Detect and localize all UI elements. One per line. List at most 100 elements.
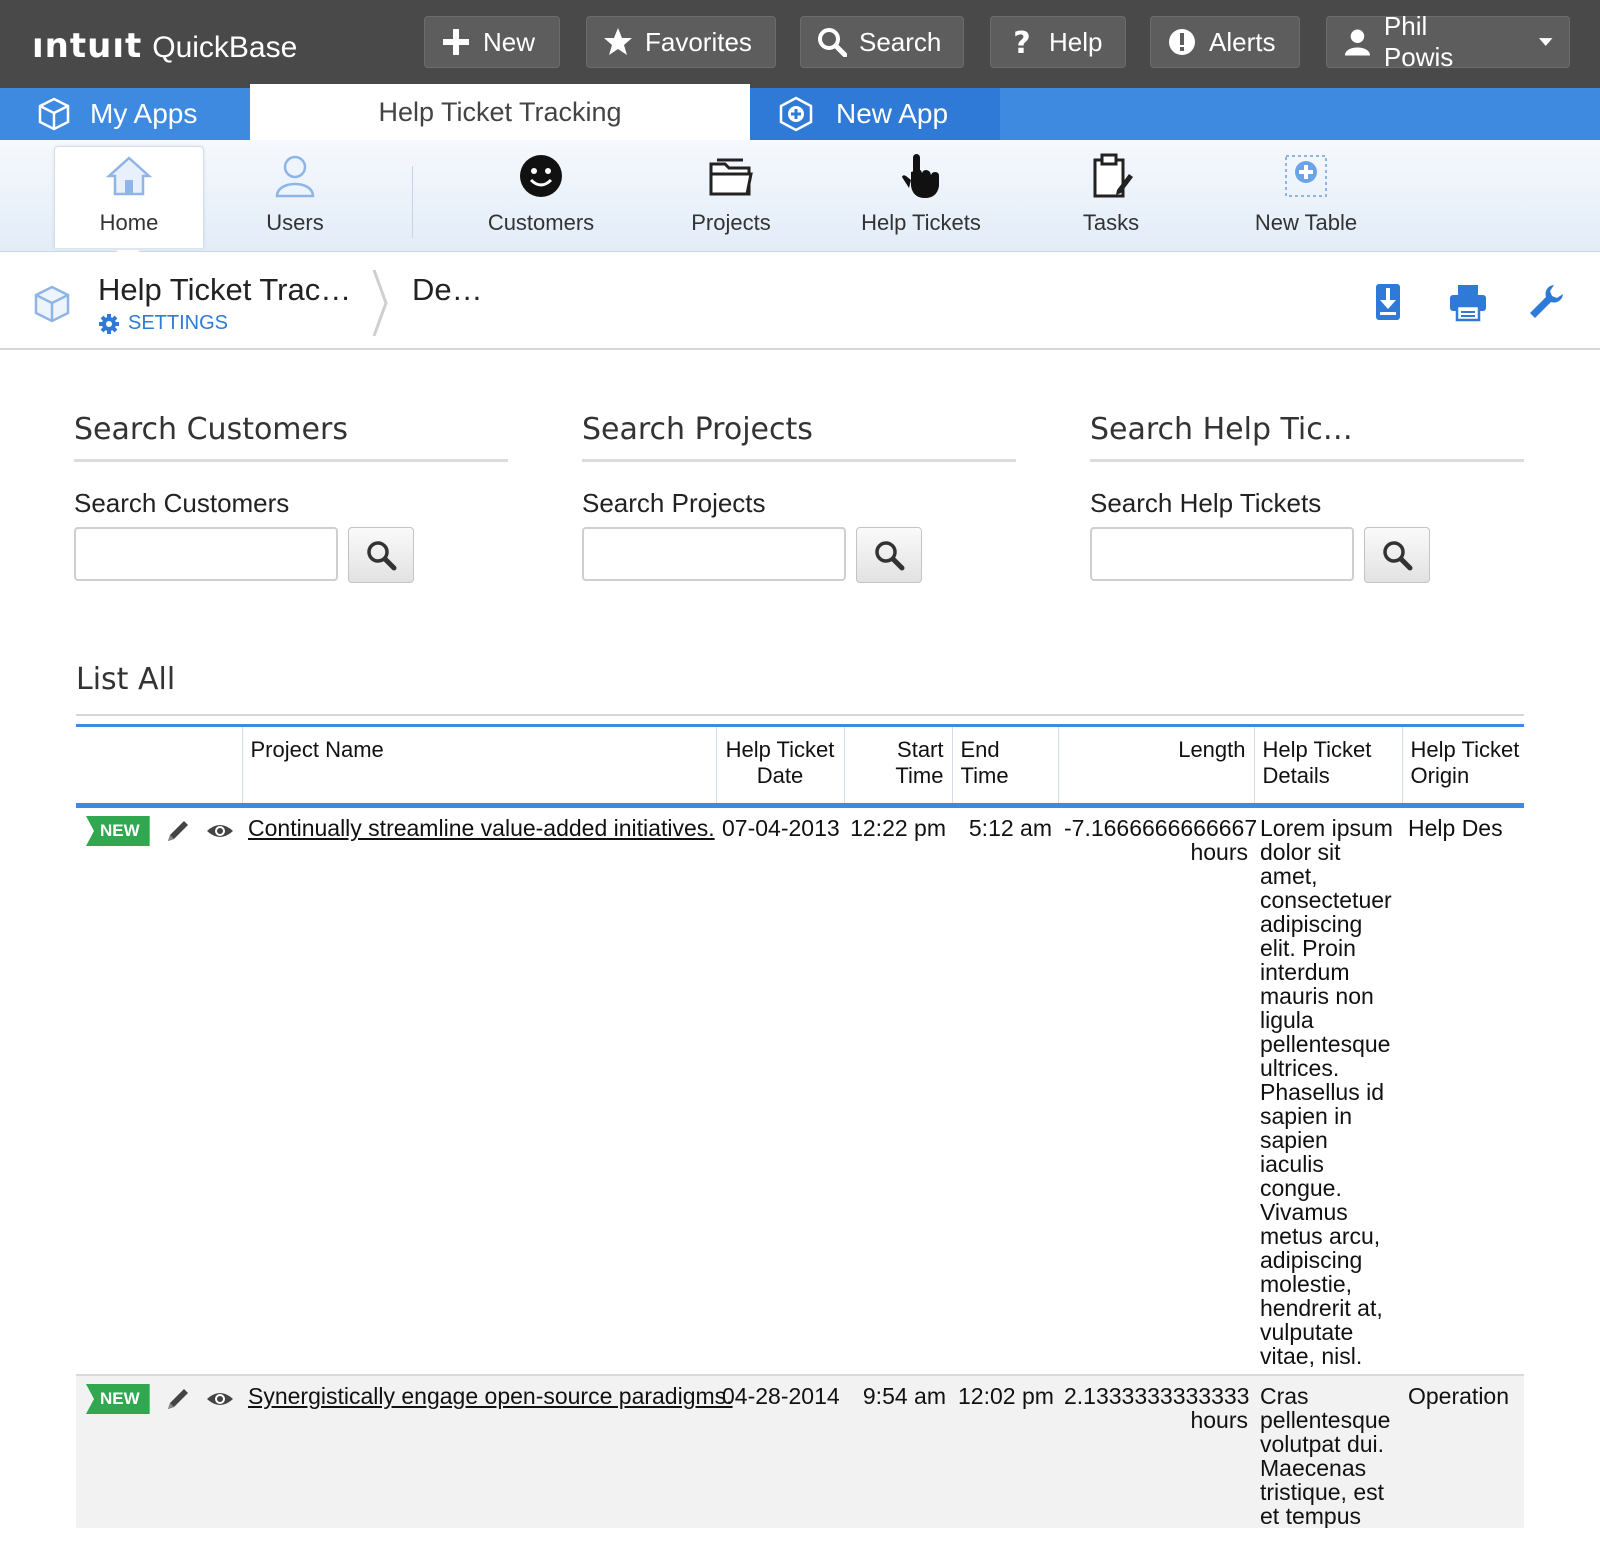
end-time-cell: 5:12 am (968, 815, 1052, 841)
column-header-ticket-details[interactable]: Help Ticket Details (1254, 724, 1403, 808)
ticket-origin-cell: Help Des (1408, 815, 1503, 841)
new-app-label: New App (836, 98, 949, 129)
page-header: Help Ticket Trac… SETTINGS De… (0, 254, 1600, 350)
pencil-icon[interactable] (164, 1385, 192, 1413)
new-badge[interactable]: NEW (86, 1384, 150, 1414)
search-icon (818, 28, 847, 57)
search-customers-section: Search Customers Search Customers (74, 412, 508, 583)
clipboard-icon (1093, 153, 1133, 198)
new-label: New (483, 26, 536, 57)
ticket-date-cell: 07-04-2013 (722, 815, 840, 841)
search-projects-section: Search Projects Search Projects (582, 412, 1016, 583)
star-icon (604, 28, 632, 55)
eye-icon[interactable] (206, 1385, 234, 1413)
magnifier-icon (875, 541, 905, 571)
pencil-icon[interactable] (164, 817, 192, 845)
new-button[interactable]: New (424, 16, 560, 68)
plus-icon (443, 29, 469, 55)
nav-new-table[interactable]: New Table (1226, 146, 1386, 248)
nav-separator (412, 166, 413, 238)
page-title[interactable]: Help Ticket Trac… (98, 272, 351, 308)
search-projects-label: Search Projects (582, 488, 766, 518)
search-help-tickets-button[interactable] (1364, 527, 1430, 583)
home-icon (105, 156, 153, 196)
report-table-wrapper: Project Name Help Ticket Date Start Time… (76, 724, 1524, 1528)
nav-help-tickets-label: Help Tickets (861, 210, 981, 235)
column-header-start-time[interactable]: Start Time (844, 724, 953, 808)
column-header-ticket-origin[interactable]: Help Ticket Origin (1402, 724, 1524, 808)
nav-tasks-label: Tasks (1082, 210, 1140, 235)
column-header-end-time[interactable]: End Time (952, 724, 1059, 808)
nav-users-label: Users (266, 210, 324, 235)
favorites-label: Favorites (645, 26, 752, 57)
magnifier-icon (367, 541, 397, 571)
app-tabs-bar: My Apps Help Ticket Tracking New App (0, 84, 1600, 140)
column-header-actions (76, 724, 243, 808)
nav-home-label: Home (99, 210, 159, 235)
folder-icon (709, 158, 753, 196)
column-header-length[interactable]: Length (1058, 724, 1255, 808)
nav-customers-label: Customers (487, 210, 595, 235)
table-row: NEW Synergistically engage open-source p… (76, 1374, 1524, 1528)
ticket-origin-cell: Operation (1402, 1374, 1524, 1528)
search-customers-button[interactable] (348, 527, 414, 583)
add-app-icon (779, 96, 813, 132)
ticket-details-cell: Lorem ipsum dolor sit amet, consectetuer… (1260, 815, 1393, 1369)
breadcrumb-separator (372, 270, 388, 336)
download-icon[interactable] (1368, 282, 1408, 322)
column-header-ticket-date[interactable]: Help Ticket Date (716, 724, 845, 808)
tab-new-app[interactable]: New App (750, 88, 1000, 140)
nav-users[interactable]: Users (220, 146, 370, 248)
app-cube-icon (34, 285, 70, 323)
nav-home[interactable]: Home (54, 146, 204, 248)
alerts-label: Alerts (1209, 26, 1276, 57)
table-nav: Home Users Customers Projects Help Ticke… (0, 140, 1600, 252)
nav-tasks[interactable]: Tasks (1036, 146, 1186, 248)
nav-projects-label: Projects (691, 210, 771, 235)
table-header-row: Project Name Help Ticket Date Start Time… (76, 724, 1524, 808)
my-apps-label: My Apps (90, 98, 198, 129)
tab-help-ticket-tracking[interactable]: Help Ticket Tracking (250, 84, 750, 140)
project-link[interactable]: Continually streamline value-added initi… (248, 815, 715, 841)
search-projects-button[interactable] (856, 527, 922, 583)
search-button[interactable]: Search (800, 16, 964, 68)
breadcrumb-dashboard[interactable]: De… (412, 272, 483, 308)
nav-projects[interactable]: Projects (656, 146, 806, 248)
new-badge[interactable]: NEW (86, 816, 150, 846)
search-customers-input[interactable] (74, 527, 338, 581)
eye-icon[interactable] (206, 817, 234, 845)
settings-label: SETTINGS (128, 312, 229, 334)
search-help-tickets-section: Search Help Tic… Search Help Tickets (1090, 412, 1524, 583)
quickbase-logo[interactable]: ıntuıt QuickBase (32, 26, 297, 66)
project-link[interactable]: Synergistically engage open-source parad… (248, 1383, 733, 1409)
magnifier-icon (1383, 541, 1413, 571)
nav-customers[interactable]: Customers (466, 146, 616, 248)
favorites-button[interactable]: Favorites (586, 16, 776, 68)
settings-link[interactable]: SETTINGS (98, 312, 228, 335)
search-help-tickets-label: Search Help Tickets (1090, 488, 1322, 518)
user-icon (1344, 29, 1370, 56)
project-name-cell: Continually streamline value-added initi… (242, 806, 716, 1376)
logo-product: QuickBase (152, 31, 298, 64)
nav-help-tickets[interactable]: Help Tickets (846, 146, 996, 248)
search-projects-input[interactable] (582, 527, 846, 581)
column-header-project-name[interactable]: Project Name (242, 724, 717, 808)
length-cell: -7.1666666666667 hours (1058, 806, 1258, 1376)
search-help-tickets-input[interactable] (1090, 527, 1354, 581)
help-button[interactable]: ? Help (990, 16, 1126, 68)
row-actions: NEW (76, 806, 242, 1376)
gear-icon (99, 313, 119, 334)
length-value: -7.1666666666667 (1064, 815, 1258, 841)
tab-my-apps[interactable]: My Apps (0, 88, 248, 140)
ticket-date-cell: 04-28-2014 (716, 1374, 844, 1528)
logo-brand: ıntuıt (32, 26, 143, 66)
user-menu-button[interactable]: Phil Powis (1326, 11, 1570, 72)
print-icon[interactable] (1448, 282, 1488, 322)
end-time-cell: 12:02 pm (952, 1374, 1058, 1528)
report-title: List All (76, 662, 176, 697)
start-time-cell: 9:54 am (844, 1374, 952, 1528)
alerts-button[interactable]: Alerts (1150, 16, 1300, 68)
cube-icon (38, 97, 70, 131)
wrench-icon[interactable] (1526, 282, 1566, 322)
search-customers-label: Search Customers (74, 488, 290, 518)
